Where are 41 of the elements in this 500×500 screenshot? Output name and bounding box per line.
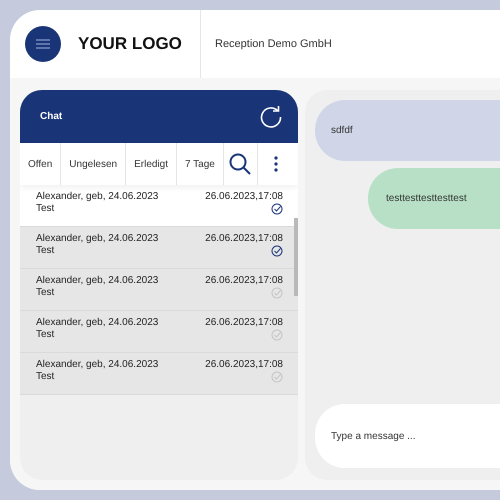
- conversation-subject: Test: [36, 329, 56, 341]
- conversation-time: 26.06.2023,17:08: [205, 233, 283, 245]
- conversation-subject: Test: [36, 203, 56, 215]
- check-circle-icon: [271, 329, 283, 341]
- conversation-time: 26.06.2023,17:08: [205, 359, 283, 371]
- chat-title: Chat: [40, 111, 62, 122]
- check-circle-icon: [271, 371, 283, 383]
- conversation-time: 26.06.2023,17:08: [205, 317, 283, 329]
- check-circle-icon: [271, 203, 283, 215]
- contact-name: Alexander, geb, 24.06.2023: [36, 191, 160, 203]
- filter-tab[interactable]: 7 Tage: [177, 143, 224, 185]
- company-name: Reception Demo GmbH: [215, 38, 332, 50]
- check-circle-icon: [271, 245, 283, 257]
- conversation-row[interactable]: Alexander, geb, 24.06.2023 Test 26.06.2023,17:08: [20, 353, 298, 395]
- more-icon: [274, 156, 278, 172]
- message-input[interactable]: Type a message ...: [315, 404, 500, 468]
- filter-tab[interactable]: Erledigt: [126, 143, 177, 185]
- conversation-subject: Test: [36, 287, 56, 299]
- conversation-time: 26.06.2023,17:08: [205, 191, 283, 203]
- scrollbar[interactable]: [294, 218, 298, 296]
- message-bubble: sdfdf: [315, 100, 500, 161]
- filter-tab[interactable]: Ungelesen: [61, 143, 126, 185]
- conversation-time: 26.06.2023,17:08: [205, 275, 283, 287]
- conversation-row[interactable]: Alexander, geb, 24.06.2023 Test 26.06.2023,17:08: [20, 311, 298, 353]
- conversation-subject: Test: [36, 371, 56, 383]
- search-icon: [229, 153, 252, 175]
- contact-name: Alexander, geb, 24.06.2023: [36, 359, 160, 371]
- filter-tab[interactable]: Offen: [20, 143, 62, 185]
- conversation-row[interactable]: Alexander, geb, 24.06.2023 Test 26.06.2023,17:08: [20, 185, 298, 227]
- logo: YOUR LOGO: [78, 34, 182, 54]
- search-button[interactable]: [224, 143, 258, 185]
- message-bubble: testtesttesttesttest: [368, 168, 500, 229]
- menu-icon: [36, 39, 50, 49]
- conversation-subject: Test: [36, 245, 56, 257]
- conversation-row[interactable]: Alexander, geb, 24.06.2023 Test 26.06.2023,17:08: [20, 269, 298, 311]
- refresh-icon[interactable]: [259, 104, 283, 128]
- contact-name: Alexander, geb, 24.06.2023: [36, 233, 160, 245]
- contact-name: Alexander, geb, 24.06.2023: [36, 317, 160, 329]
- menu-button[interactable]: [25, 26, 61, 62]
- contact-name: Alexander, geb, 24.06.2023: [36, 275, 160, 287]
- check-circle-icon: [271, 287, 283, 299]
